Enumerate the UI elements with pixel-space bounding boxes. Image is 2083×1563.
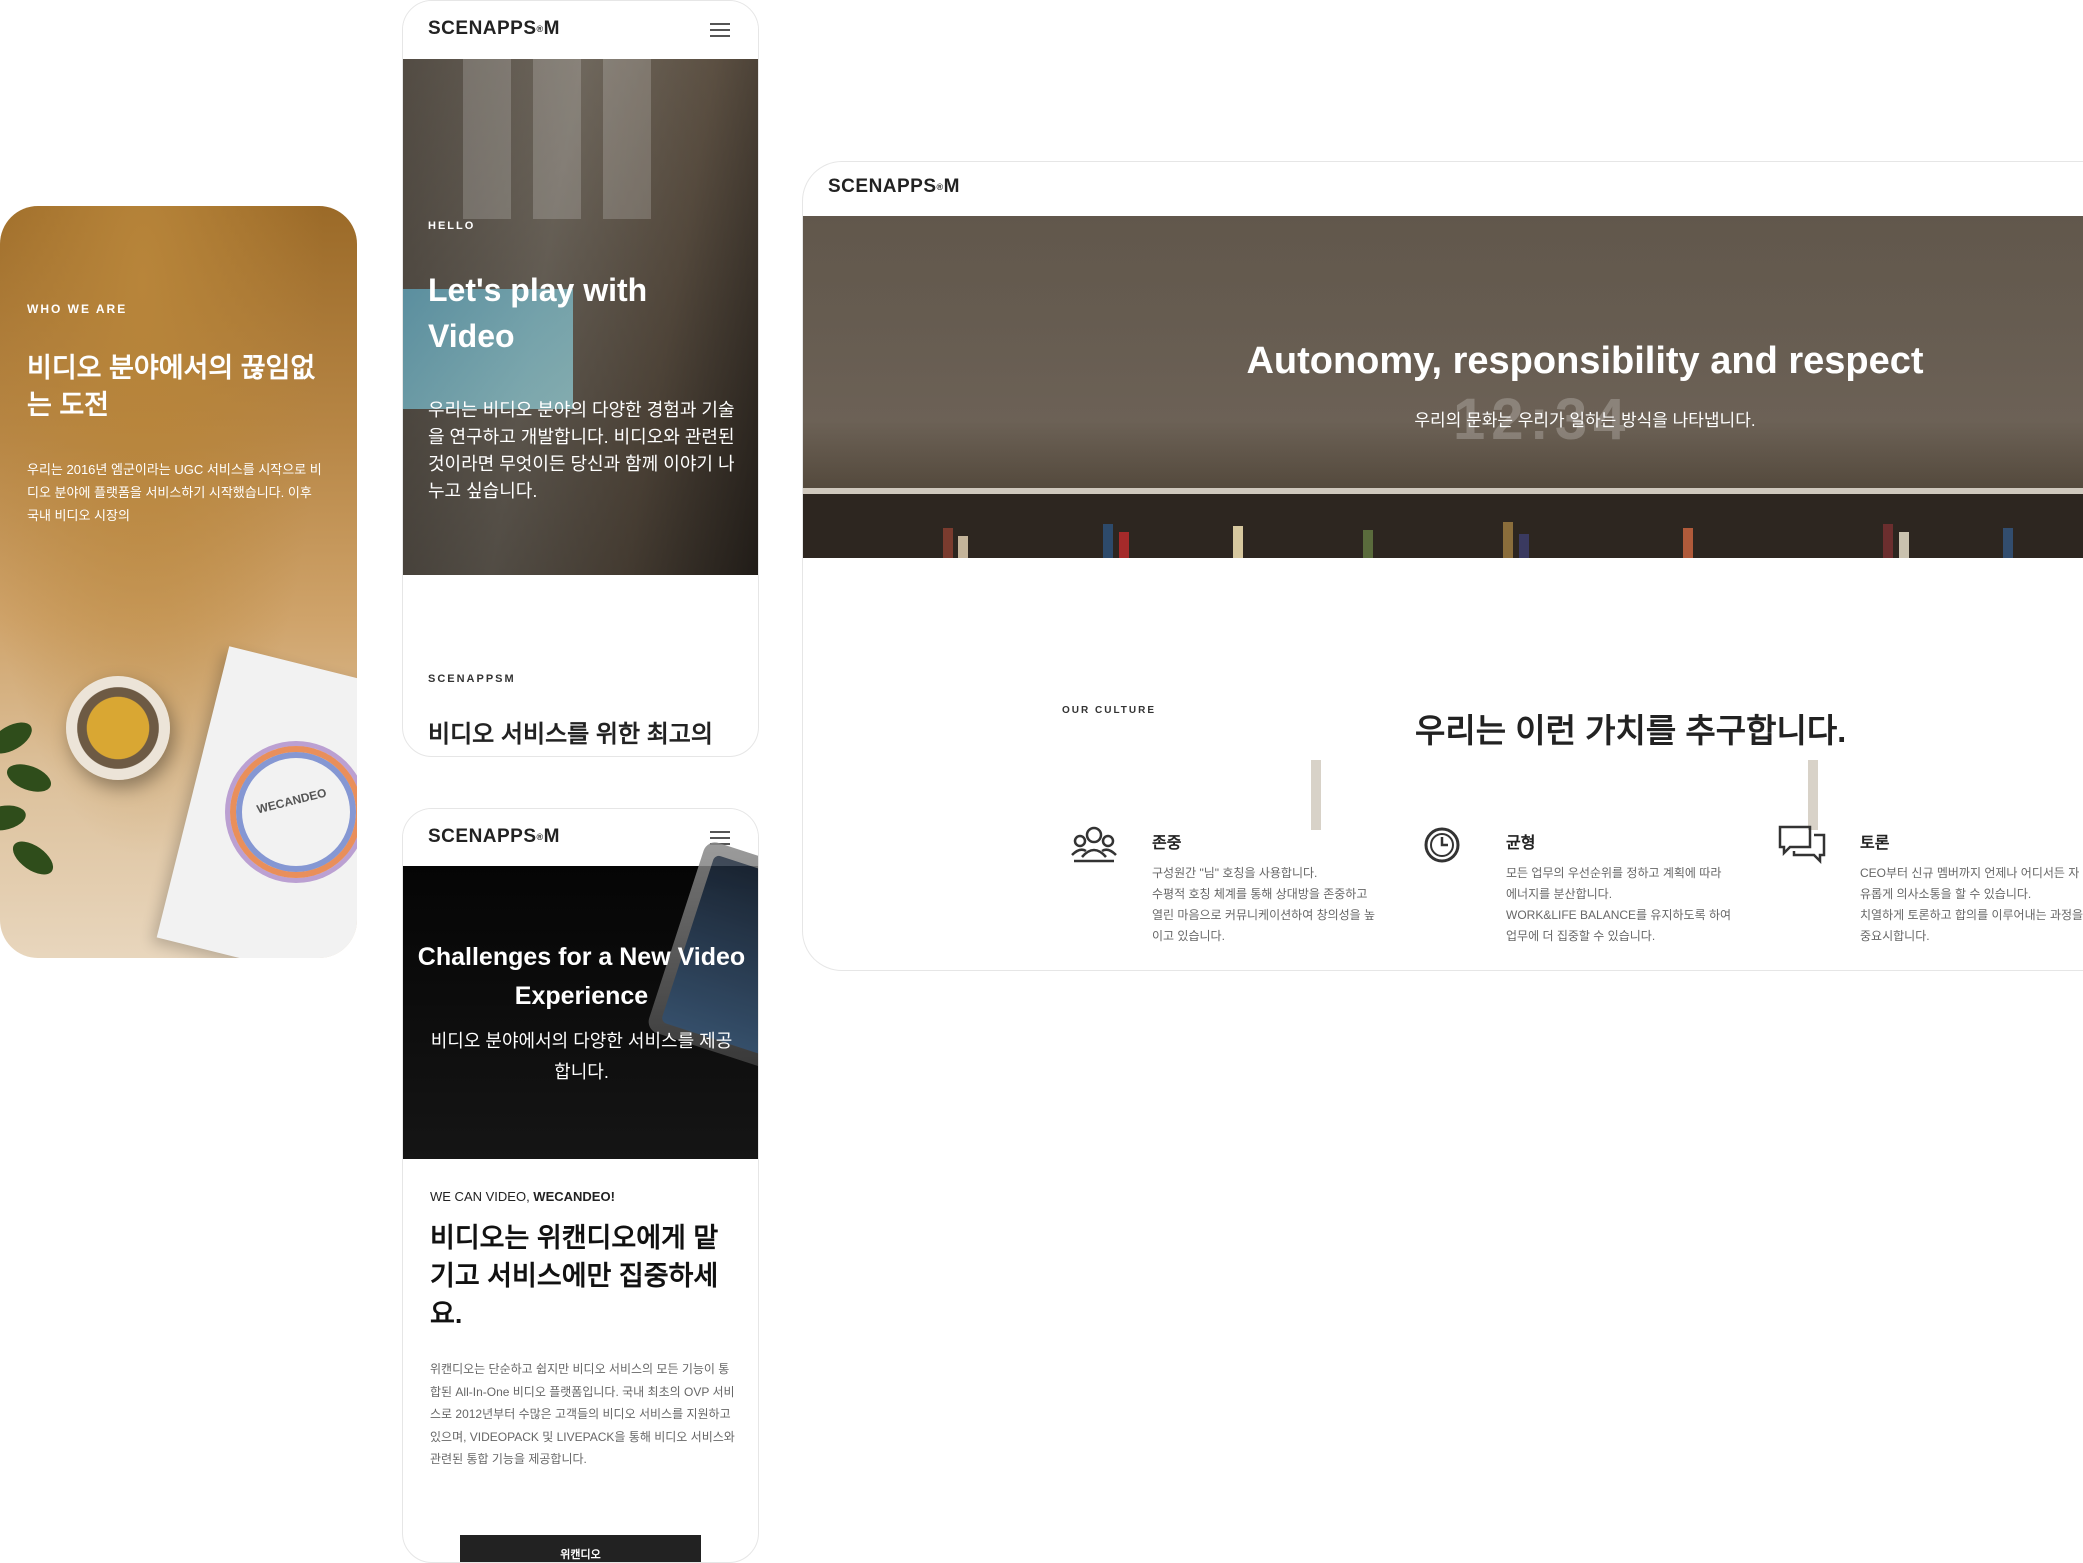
culture-hero-title: Autonomy, responsibility and respect: [1246, 340, 1924, 382]
scenappsm-logo[interactable]: SCENAPPS®M: [828, 176, 960, 198]
shelf-decoration: [533, 59, 581, 219]
kicker-plain: WE CAN VIDEO,: [430, 1189, 534, 1204]
clock-icon: [1424, 827, 1460, 863]
hamburger-menu-icon[interactable]: [710, 23, 730, 37]
logo-suffix: M: [943, 176, 960, 197]
logo-dot: ®: [536, 831, 544, 842]
plant-leaf: [0, 716, 37, 760]
wecandeo-button[interactable]: 위캔디오: [460, 1535, 701, 1562]
coffee-mug-image: [66, 676, 170, 780]
logo-text: SCENAPPS: [828, 176, 937, 197]
scenappsm-logo[interactable]: SCENAPPS®M: [428, 18, 560, 40]
our-culture-label: OUR CULTURE: [1062, 705, 1157, 716]
hello-title: Let's play with Video: [428, 272, 648, 354]
plant-leaf: [0, 802, 28, 834]
wecandeo-headline: 비디오는 위캔디오에게 맡기고 서비스에만 집중하세요.: [430, 1223, 719, 1329]
culture-hero: 12:34 Autonomy, responsibility and respe…: [803, 216, 2083, 830]
who-title: 비디오 분야에서의 끊임없는 도전: [27, 353, 316, 420]
kicker-text: WE CAN VIDEO, WECANDEO!: [430, 1189, 615, 1204]
kicker-bold: WECANDEO!: [533, 1189, 615, 1204]
hello-mobile-card: SCENAPPS®M HELLO Let's play with Video 우…: [402, 0, 759, 757]
wecandeo-body: 위캔디오는 단순하고 쉽지만 비디오 서비스의 모든 기능이 통합된 All-I…: [430, 1362, 735, 1466]
logo-dot: ®: [936, 181, 944, 192]
logo-text: SCENAPPS: [428, 18, 537, 39]
who-body: 우리는 2016년 엠군이라는 UGC 서비스를 시작으로 비디오 분야에 플랫…: [27, 462, 322, 523]
chat-icon: [1778, 825, 1826, 865]
bookshelf-image: [803, 488, 2083, 830]
value-text: CEO부터 신규 멤버까지 언제나 어디서든 자 유롭게 의사소통을 할 수 있…: [1860, 866, 2083, 943]
scenappsm-logo[interactable]: SCENAPPS®M: [428, 826, 560, 848]
who-eyebrow: WHO WE ARE: [27, 302, 128, 316]
challenges-hero: Challenges for a New Video Experience 비디…: [403, 839, 758, 1159]
value-text: 구성원간 "님" 호칭을 사용합니다. 수평적 호칭 체계를 통해 상대방을 존…: [1152, 866, 1376, 943]
shelf-decoration: [603, 59, 651, 219]
plant-leaf: [7, 834, 59, 882]
hello-hero: HELLO Let's play with Video 우리는 비디오 분야의 …: [403, 59, 758, 575]
hello-eyebrow: HELLO: [428, 220, 476, 232]
value-title: 존중: [1152, 835, 1182, 852]
challenges-mobile-card: SCENAPPS®M Challenges for a New Video Ex…: [402, 808, 759, 1563]
value-title: 토론: [1860, 835, 1890, 852]
mobile-header: SCENAPPS®M: [403, 1, 758, 57]
challenges-description: 비디오 분야에서의 다양한 서비스를 제공합니다.: [430, 1031, 733, 1082]
culture-hero-subtitle: 우리의 문화는 우리가 일하는 방식을 나타냅니다.: [1414, 411, 1756, 430]
culture-headline: 우리는 이런 가치를 추구합니다.: [1415, 712, 1847, 749]
challenges-title: Challenges for a New Video Experience: [417, 943, 746, 1010]
value-text: 모든 업무의 우선순위를 정하고 계획에 따라 에너지를 분산합니다. WORK…: [1506, 866, 1732, 943]
logo-dot: ®: [536, 23, 544, 34]
who-we-are-card: WHO WE ARE 비디오 분야에서의 끊임없는 도전 우리는 2016년 엠…: [0, 206, 357, 958]
logo-suffix: M: [543, 18, 560, 39]
logo-text: SCENAPPS: [428, 826, 537, 847]
wecandeo-ring-logo: [230, 746, 357, 878]
value-title: 균형: [1506, 835, 1536, 852]
plant-leaf: [3, 758, 55, 798]
people-icon: [1071, 826, 1117, 863]
section-label: SCENAPPSM: [428, 673, 516, 685]
hello-description: 우리는 비디오 분야의 다양한 경험과 기술을 연구하고 개발합니다. 비디오와…: [428, 400, 735, 501]
section-title: 비디오 서비스를 위한 최고의: [428, 721, 713, 748]
culture-desktop-page: SCENAPPS®M 12:34 Autonomy, responsibilit…: [802, 161, 2083, 971]
logo-suffix: M: [543, 826, 560, 847]
shelf-decoration: [463, 59, 511, 219]
